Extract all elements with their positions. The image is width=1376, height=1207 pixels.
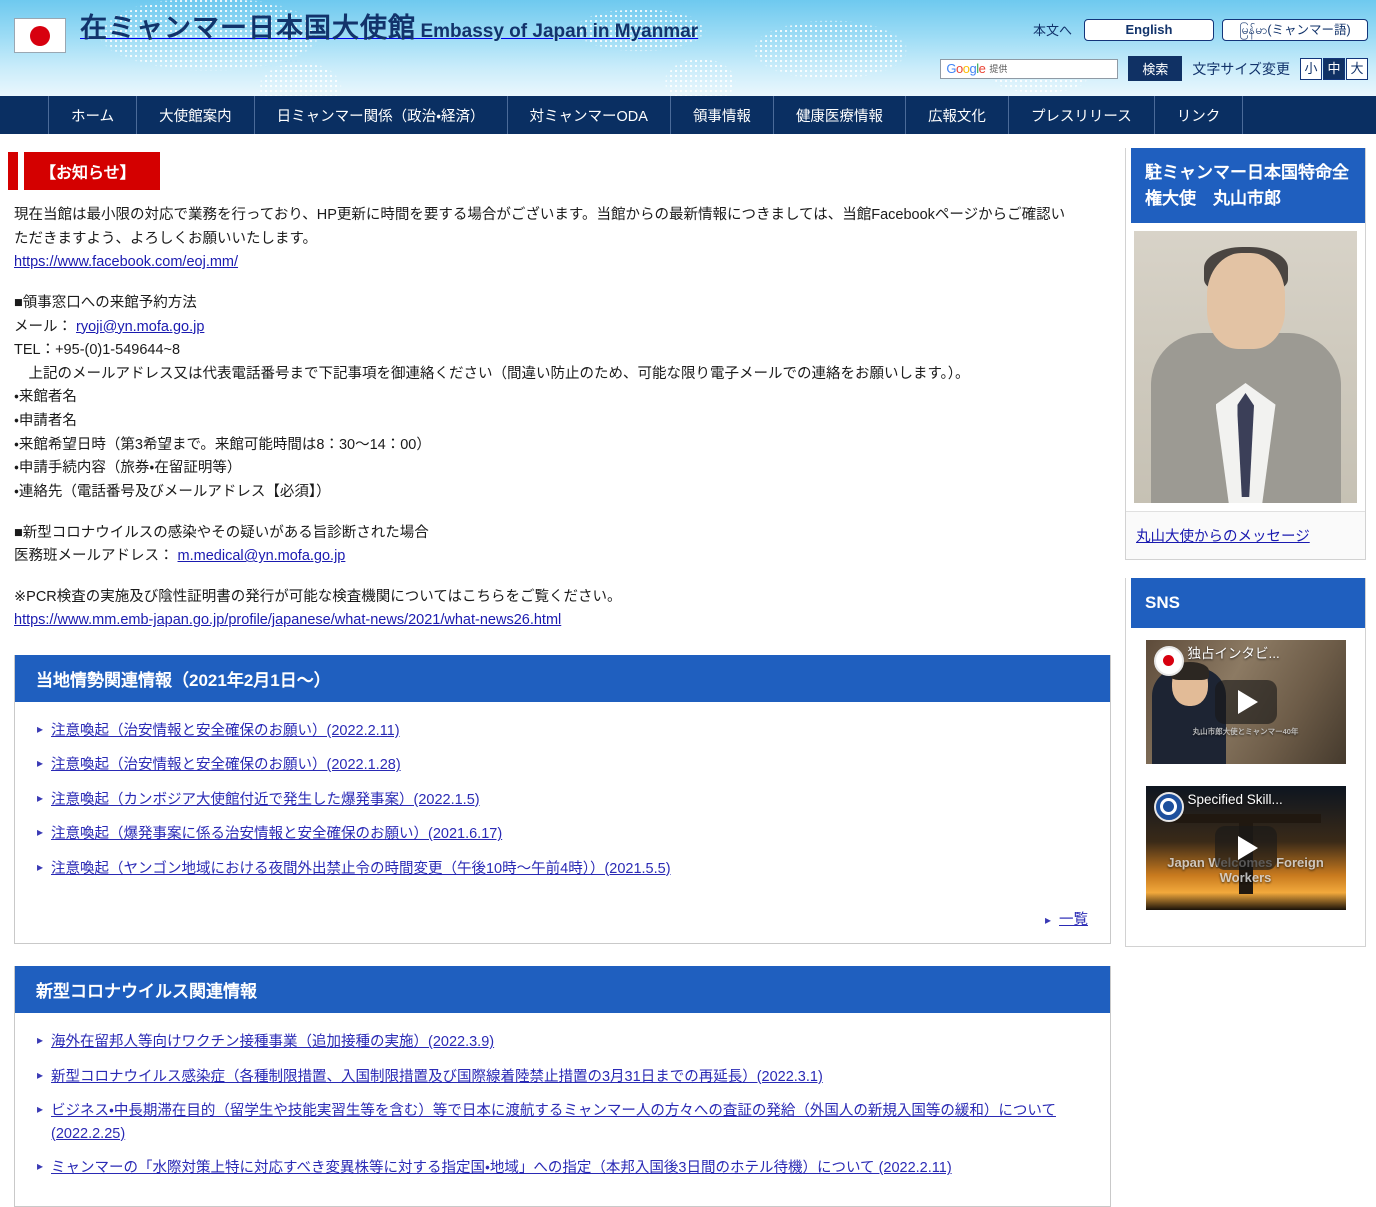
skip-to-content-link[interactable]: 本文へ: [1029, 18, 1076, 41]
view-all-link[interactable]: 一覧: [1059, 912, 1088, 928]
mail-label: メール：: [14, 318, 72, 335]
ambassador-message-link[interactable]: 丸山大使からのメッセージ: [1136, 529, 1310, 545]
consular-tel: TEL：+95-(0)1-549644~8: [14, 342, 181, 359]
ambassador-card: 駐ミャンマー日本国特命全権大使 丸山市郎 丸山大使からのメッセージ: [1125, 148, 1366, 560]
page-body: 【お知らせ】 現在当館は最小限の対応で業務を行っており、HP更新に時間を要する場…: [0, 134, 1376, 1207]
nav-item-health-medical[interactable]: 健康医療情報: [772, 96, 905, 134]
consular-bullet: ・連絡先（電話番号及びメールアドレス【必須】）: [14, 483, 331, 500]
sns-body: 独占インタビ... 丸山市郎大使とミャンマー40年 Specified Skil…: [1126, 628, 1365, 946]
site-logo-link[interactable]: 在ミャンマー日本国大使館 Embassy of Japan in Myanmar: [14, 14, 698, 53]
pcr-url-link[interactable]: https://www.mm.emb-japan.go.jp/profile/j…: [14, 612, 561, 628]
list-item-link[interactable]: ミャンマーの「水際対策上特に対応すべき変異株等に対する指定国・地域」への指定（本…: [51, 1160, 952, 1176]
link-list: 注意喚起（治安情報と安全確保のお願い）(2022.2.11) 注意喚起（治安情報…: [15, 702, 1110, 906]
section-more-row: ▸ 一覧: [15, 906, 1110, 943]
font-size-medium-button[interactable]: 中: [1323, 57, 1345, 80]
nav-item-japan-myanmar-relations[interactable]: 日ミャンマー関係（政治・経済）: [253, 96, 507, 134]
nav-item-consular[interactable]: 領事情報: [669, 96, 773, 134]
list-item: 注意喚起（治安情報と安全確保のお願い）(2022.2.11): [37, 720, 1092, 742]
nav-item-culture[interactable]: 広報文化: [904, 96, 1008, 134]
list-item-link[interactable]: ビジネス・中長期滞在目的（留学生や技能実習生等を含む）等で日本に渡航するミャンマ…: [51, 1103, 1056, 1141]
search-input-wrapper[interactable]: Google 提供: [940, 58, 1119, 79]
section-local-situation: 当地情勢関連情報（2021年2月1日〜） 注意喚起（治安情報と安全確保のお願い）…: [14, 655, 1111, 945]
video-title: Specified Skill...: [1187, 791, 1283, 807]
pcr-note: ※PCR検査の実施及び陰性証明書の発行が可能な検査機関についてはこちらをご覧くだ…: [14, 588, 622, 605]
language-button-myanmar[interactable]: မြန်မာ(ミャンマー語): [1222, 18, 1368, 41]
channel-avatar-icon: [1153, 645, 1184, 676]
triangle-right-icon: ▸: [1044, 913, 1051, 928]
header-tools: 本文へ English မြန်မာ(ミャンマー語): [1029, 18, 1368, 41]
list-item: 注意喚起（爆発事案に係る治安情報と安全確保のお願い）(2021.6.17): [37, 823, 1092, 845]
list-item: 新型コロナウイルス感染症（各種制限措置、入国制限措置及び国際線着陸禁止措置の3月…: [37, 1066, 1092, 1088]
consular-heading: ■領事窓口への来館予約方法: [14, 294, 197, 311]
nav-item-home[interactable]: ホーム: [48, 96, 136, 134]
play-button-icon[interactable]: [1214, 825, 1277, 870]
notice-paragraph-line1: 現在当館は最小限の対応で業務を行っており、HP更新に時間を要する場合がございます…: [14, 207, 1066, 223]
covid-heading: ■新型コロナウイルスの感染やその疑いがある旨診断された場合: [14, 524, 429, 541]
sidebar: 駐ミャンマー日本国特命全権大使 丸山市郎 丸山大使からのメッセージ SNS 独占…: [1125, 134, 1366, 965]
medical-email-link[interactable]: m.medical@yn.mofa.go.jp: [178, 548, 346, 564]
list-item-link[interactable]: 注意喚起（爆発事案に係る治安情報と安全確保のお願い）(2021.6.17): [51, 826, 502, 842]
list-item-link[interactable]: 注意喚起（ヤンゴン地域における夜間外出禁止令の時間変更（午後10時〜午前4時））…: [51, 861, 671, 877]
consular-instruction: 上記のメールアドレス又は代表電話番号まで下記事項を御連絡ください（間違い防止のた…: [28, 365, 970, 382]
nav-item-links[interactable]: リンク: [1153, 96, 1244, 134]
google-logo-icon: Google: [946, 61, 986, 76]
nav-item-press-release[interactable]: プレスリリース: [1007, 96, 1154, 134]
main-content: 【お知らせ】 現在当館は最小限の対応で業務を行っており、HP更新に時間を要する場…: [0, 134, 1125, 1207]
list-item-link[interactable]: 注意喚起（治安情報と安全確保のお願い）(2022.2.11): [51, 723, 400, 739]
notice-paragraph-line2: ただきますよう、よろしくお願いいたします。: [14, 230, 318, 247]
font-size-label: 文字サイズ変更: [1192, 60, 1290, 77]
video-overlay-caption: 丸山市郎大使とミャンマー40年: [1192, 727, 1299, 737]
nav-item-oda[interactable]: 対ミャンマーODA: [506, 96, 670, 134]
sns-card: SNS 独占インタビ... 丸山市郎大使とミャンマー40年 Specified …: [1125, 578, 1366, 947]
video-thumbnail-interview[interactable]: 独占インタビ... 丸山市郎大使とミャンマー40年: [1145, 639, 1346, 764]
main-navigation: ホーム 大使館案内 日ミャンマー関係（政治・経済） 対ミャンマーODA 領事情報…: [0, 96, 1376, 134]
font-size-small-button[interactable]: 小: [1300, 57, 1322, 80]
ambassador-message-row: 丸山大使からのメッセージ: [1126, 511, 1365, 559]
consular-bullet: ・申請者名: [14, 413, 77, 429]
consular-bullet: ・申請手続内容（旅券・在留証明等）: [14, 460, 242, 477]
font-size-large-button[interactable]: 大: [1346, 57, 1368, 80]
list-item-link[interactable]: 注意喚起（カンボジア大使館付近で発生した爆発事案）(2022.1.5): [51, 792, 480, 808]
site-title-en: Embassy of Japan in Myanmar: [420, 21, 699, 42]
consular-bullet: ・来館者名: [14, 389, 77, 406]
link-list: 海外在留邦人等向けワクチン接種事業（追加接種の実施）(2022.3.9) 新型コ…: [15, 1013, 1110, 1205]
list-item: 海外在留邦人等向けワクチン接種事業（追加接種の実施）(2022.3.9): [37, 1031, 1092, 1053]
ambassador-title: 駐ミャンマー日本国特命全権大使 丸山市郎: [1126, 148, 1365, 223]
list-item: 注意喚起（治安情報と安全確保のお願い）(2022.1.28): [37, 754, 1092, 776]
japan-flag-icon: [14, 18, 66, 53]
header-search-area: Google 提供 検索 文字サイズ変更 小 中 大: [940, 56, 1368, 81]
language-button-english[interactable]: English: [1084, 18, 1214, 41]
section-title: 当地情勢関連情報（2021年2月1日〜）: [15, 655, 1110, 702]
site-header: 在ミャンマー日本国大使館 Embassy of Japan in Myanmar…: [0, 0, 1376, 96]
video-thumbnail-specified-skill[interactable]: Specified Skill... Japan Welcomes Foreig…: [1145, 785, 1346, 910]
site-title-jp: 在ミャンマー日本国大使館: [80, 13, 416, 43]
list-item-link[interactable]: 海外在留邦人等向けワクチン接種事業（追加接種の実施）(2022.3.9): [51, 1034, 494, 1050]
search-button[interactable]: 検索: [1128, 56, 1183, 81]
list-item-link[interactable]: 新型コロナウイルス感染症（各種制限措置、入国制限措置及び国際線着陸禁止措置の3月…: [51, 1069, 823, 1085]
mofa-logo-icon: [1153, 791, 1184, 822]
sns-title: SNS: [1126, 578, 1365, 628]
facebook-url-link[interactable]: https://www.facebook.com/eoj.mm/: [14, 254, 238, 270]
ambassador-photo: [1134, 231, 1357, 503]
list-item: 注意喚起（カンボジア大使館付近で発生した爆発事案）(2022.1.5): [37, 789, 1092, 811]
section-title: 新型コロナウイルス関連情報: [15, 966, 1110, 1014]
video-title: 独占インタビ...: [1187, 645, 1280, 661]
consular-email-link[interactable]: ryoji@yn.mofa.go.jp: [76, 319, 204, 335]
search-provider-label: 提供: [989, 64, 1008, 74]
notice-badge: 【お知らせ】: [18, 152, 160, 190]
notice-body: 現在当館は最小限の対応で業務を行っており、HP更新に時間を要する場合がございます…: [0, 204, 1125, 633]
play-button-icon[interactable]: [1214, 679, 1277, 724]
font-size-group: 小 中 大: [1300, 57, 1368, 80]
list-item-link[interactable]: 注意喚起（治安情報と安全確保のお願い）(2022.1.28): [51, 757, 401, 773]
list-item: ミャンマーの「水際対策上特に対応すべき変異株等に対する指定国・地域」への指定（本…: [37, 1157, 1092, 1179]
list-item: ビジネス・中長期滞在目的（留学生や技能実習生等を含む）等で日本に渡航するミャンマ…: [37, 1100, 1092, 1145]
list-item: 注意喚起（ヤンゴン地域における夜間外出禁止令の時間変更（午後10時〜午前4時））…: [37, 858, 1092, 880]
nav-item-embassy-info[interactable]: 大使館案内: [136, 96, 254, 134]
section-covid-info: 新型コロナウイルス関連情報 海外在留邦人等向けワクチン接種事業（追加接種の実施）…: [14, 966, 1111, 1207]
consular-bullet: ・来館希望日時（第3希望まで。来館可能時間は8：30〜14：00）: [14, 436, 431, 453]
medical-label: 医務班メールアドレス：: [14, 548, 174, 565]
